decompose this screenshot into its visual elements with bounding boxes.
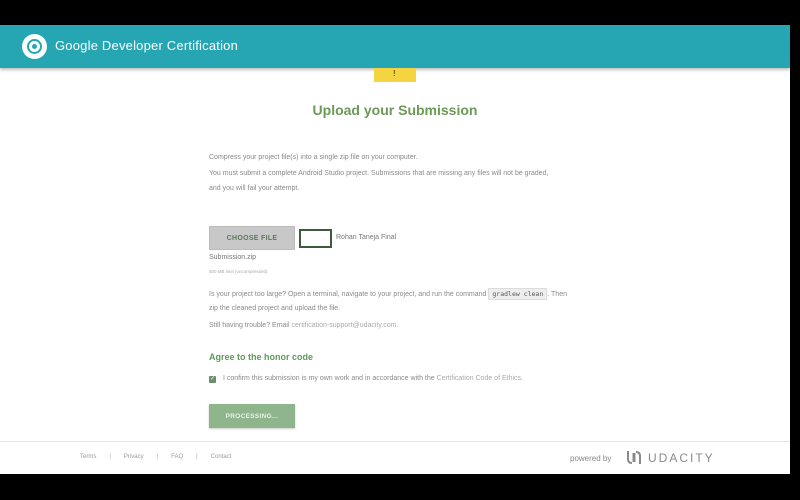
selected-file-name: Rohan Taneja Final [336, 234, 397, 241]
honor-code-text: I confirm this submission is my own work… [223, 375, 435, 382]
honor-code-suffix: . [521, 375, 523, 382]
app-title[interactable]: Google Developer Certification [55, 38, 238, 53]
browser-viewport: Google Developer Certification ! Upload … [0, 25, 790, 474]
instruction-complete: You must submit a complete Android Studi… [209, 170, 549, 177]
page-title: Upload your Submission [312, 102, 478, 118]
too-large-prefix: Is your project too large? Open a termin… [209, 291, 487, 298]
trouble-prefix: Still having trouble? Email [209, 322, 290, 329]
udacity-brand[interactable]: UDACITY [648, 451, 715, 465]
udacity-logo-icon[interactable] [626, 450, 642, 465]
honor-code-checkbox[interactable]: ✓ [209, 376, 216, 383]
honor-code-statement: I confirm this submission is my own work… [223, 371, 523, 386]
too-large-text-line2: zip the cleaned project and upload the f… [209, 305, 341, 312]
too-large-text: Is your project too large? Open a termin… [209, 287, 589, 302]
choose-file-button[interactable]: CHOOSE FILE [209, 226, 295, 250]
footer-link-privacy[interactable]: Privacy [124, 454, 144, 460]
trouble-text: Still having trouble? Email certificatio… [209, 318, 589, 333]
instruction-compress: Compress your project file(s) into a sin… [209, 154, 418, 161]
file-size-limit: 500 MB limit (uncompressed) [209, 269, 268, 274]
file-input-box[interactable] [299, 229, 332, 248]
instruction-fail: and you will fail your attempt. [209, 185, 300, 192]
footer-link-faq[interactable]: FAQ [171, 454, 183, 460]
selected-file-name-continued: Submission.zip [209, 254, 257, 261]
footer-divider [0, 441, 790, 442]
support-email-link[interactable]: certification-support@udacity.com [292, 322, 397, 329]
processing-button[interactable]: PROCESSING... [209, 404, 295, 428]
powered-by-label: powered by [570, 454, 612, 463]
too-large-suffix: . Then [547, 291, 567, 298]
footer-link-terms[interactable]: Terms [80, 454, 96, 460]
code-of-ethics-link[interactable]: Certification Code of Ethics [437, 375, 521, 382]
checkmark-icon: ✓ [210, 376, 216, 382]
honor-code-heading: Agree to the honor code [209, 352, 314, 362]
app-header: Google Developer Certification [0, 25, 790, 68]
certificate-badge-icon: ! [374, 68, 416, 82]
certification-logo-icon[interactable] [22, 34, 47, 59]
footer-link-contact[interactable]: Contact [211, 454, 232, 460]
gradlew-command: gradlew clean [488, 288, 548, 300]
trouble-suffix: . [396, 322, 399, 329]
footer-links: Terms | Privacy | FAQ | Contact [80, 454, 232, 460]
